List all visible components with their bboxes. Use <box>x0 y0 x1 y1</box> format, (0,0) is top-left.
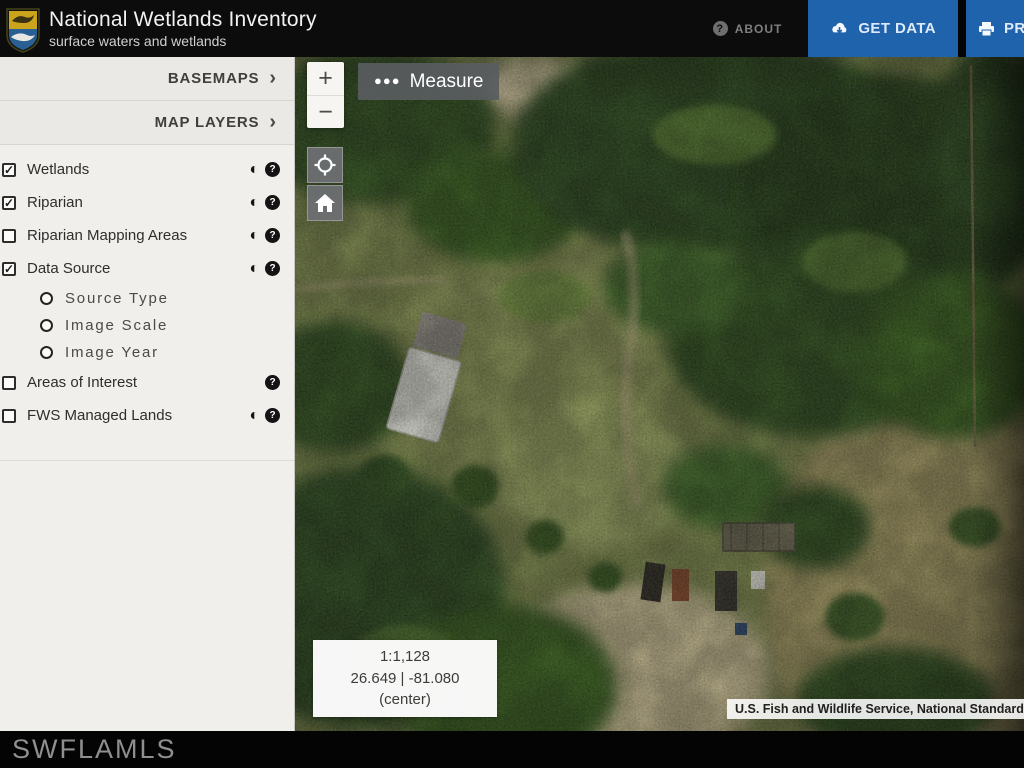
basemaps-section-header[interactable]: BASEMAPS › <box>0 57 294 101</box>
home-icon <box>314 193 336 213</box>
photo-bottom-bar: SWFLAMLS <box>0 731 1024 768</box>
help-icon[interactable]: ? <box>265 375 280 390</box>
cloud-download-icon <box>830 21 849 36</box>
get-data-button[interactable]: GET DATA <box>808 0 958 57</box>
home-button[interactable] <box>307 185 343 221</box>
opacity-contrast-icon[interactable]: ◐ <box>249 228 259 244</box>
opacity-contrast-icon[interactable]: ◐ <box>249 408 259 424</box>
layer-row-areas-of-interest: Areas of Interest ◐ ? <box>0 366 294 399</box>
ellipsis-icon: ●●● <box>374 74 401 87</box>
map-layers-label: MAP LAYERS <box>155 114 260 131</box>
printer-icon <box>978 21 995 37</box>
map-canvas[interactable]: + − ●●● Measure 1:1,128 26.649 | -81.080… <box>295 57 1024 731</box>
help-icon[interactable]: ? <box>265 408 280 423</box>
basemaps-label: BASEMAPS <box>168 70 259 87</box>
measure-button[interactable]: ●●● Measure <box>358 63 499 100</box>
opacity-contrast-icon[interactable]: ◐ <box>249 261 259 277</box>
layer-row-data-source: ✓ Data Source ◐ ? <box>0 252 294 285</box>
radio-row-image-scale: Image Scale <box>0 312 294 339</box>
layer-row-wetlands: ✓ Wetlands ◐ ? <box>0 153 294 186</box>
data-source-checkbox[interactable]: ✓ <box>2 262 16 276</box>
page-subtitle: surface waters and wetlands <box>49 33 713 49</box>
question-circle-icon: ? <box>713 21 728 36</box>
satellite-imagery <box>295 57 1024 731</box>
image-year-label[interactable]: Image Year <box>65 344 159 361</box>
help-icon[interactable]: ? <box>265 261 280 276</box>
crosshair-icon <box>314 154 336 176</box>
map-layers-section-header[interactable]: MAP LAYERS › <box>0 101 294 145</box>
source-type-label[interactable]: Source Type <box>65 290 169 307</box>
image-scale-label[interactable]: Image Scale <box>65 317 168 334</box>
get-data-label: GET DATA <box>858 20 936 37</box>
chevron-right-icon: › <box>269 68 276 88</box>
zoom-in-button[interactable]: + <box>307 62 344 95</box>
image-year-radio[interactable] <box>40 346 53 359</box>
help-icon[interactable]: ? <box>265 162 280 177</box>
zoom-out-button[interactable]: − <box>307 95 344 128</box>
app-header: National Wetlands Inventory surface wate… <box>0 0 1024 57</box>
source-type-radio[interactable] <box>40 292 53 305</box>
opacity-contrast-icon[interactable]: ◐ <box>249 162 259 178</box>
measure-label: Measure <box>410 71 484 93</box>
locate-button[interactable] <box>307 147 343 183</box>
wetlands-label[interactable]: Wetlands <box>27 161 249 178</box>
map-center-coordinates: 26.649 | -81.080 (center) <box>323 668 487 712</box>
map-scale: 1:1,128 <box>323 646 487 668</box>
opacity-contrast-icon[interactable]: ◐ <box>249 195 259 211</box>
mls-watermark: SWFLAMLS <box>12 734 177 765</box>
fws-managed-lands-checkbox[interactable] <box>2 409 16 423</box>
radio-row-source-type: Source Type <box>0 285 294 312</box>
wetlands-checkbox[interactable]: ✓ <box>2 163 16 177</box>
riparian-checkbox[interactable]: ✓ <box>2 196 16 210</box>
help-icon[interactable]: ? <box>265 195 280 210</box>
help-icon[interactable]: ? <box>265 228 280 243</box>
header-button-divider <box>958 0 966 57</box>
radio-row-image-year: Image Year <box>0 339 294 366</box>
print-label: PRINT <box>1004 20 1024 37</box>
app-titles: National Wetlands Inventory surface wate… <box>49 8 713 48</box>
fws-managed-lands-label[interactable]: FWS Managed Lands <box>27 407 249 424</box>
data-source-label[interactable]: Data Source <box>27 260 249 277</box>
layer-row-riparian-mapping-areas: Riparian Mapping Areas ◐ ? <box>0 219 294 252</box>
layer-row-fws-managed-lands: FWS Managed Lands ◐ ? <box>0 399 294 432</box>
scale-readout: 1:1,128 26.649 | -81.080 (center) <box>313 640 497 717</box>
page-title: National Wetlands Inventory <box>49 8 713 32</box>
areas-of-interest-checkbox[interactable] <box>2 376 16 390</box>
areas-of-interest-label[interactable]: Areas of Interest <box>27 374 249 391</box>
image-scale-radio[interactable] <box>40 319 53 332</box>
about-button[interactable]: ? ABOUT <box>713 21 783 36</box>
zoom-control: + − <box>307 62 344 128</box>
about-label: ABOUT <box>735 22 783 36</box>
riparian-label[interactable]: Riparian <box>27 194 249 211</box>
print-button[interactable]: PRINT <box>966 0 1024 57</box>
layers-sidebar: BASEMAPS › MAP LAYERS › ✓ Wetlands ◐ ? ✓… <box>0 57 295 731</box>
map-attribution: U.S. Fish and Wildlife Service, National… <box>727 699 1024 719</box>
nwi-mapper-app: National Wetlands Inventory surface wate… <box>0 0 1024 768</box>
chevron-right-icon: › <box>269 112 276 132</box>
riparian-mapping-areas-checkbox[interactable] <box>2 229 16 243</box>
layer-list: ✓ Wetlands ◐ ? ✓ Riparian ◐ ? Riparian M… <box>0 145 294 461</box>
riparian-mapping-areas-label[interactable]: Riparian Mapping Areas <box>27 227 249 244</box>
layer-row-riparian: ✓ Riparian ◐ ? <box>0 186 294 219</box>
fws-shield-logo <box>5 7 41 53</box>
